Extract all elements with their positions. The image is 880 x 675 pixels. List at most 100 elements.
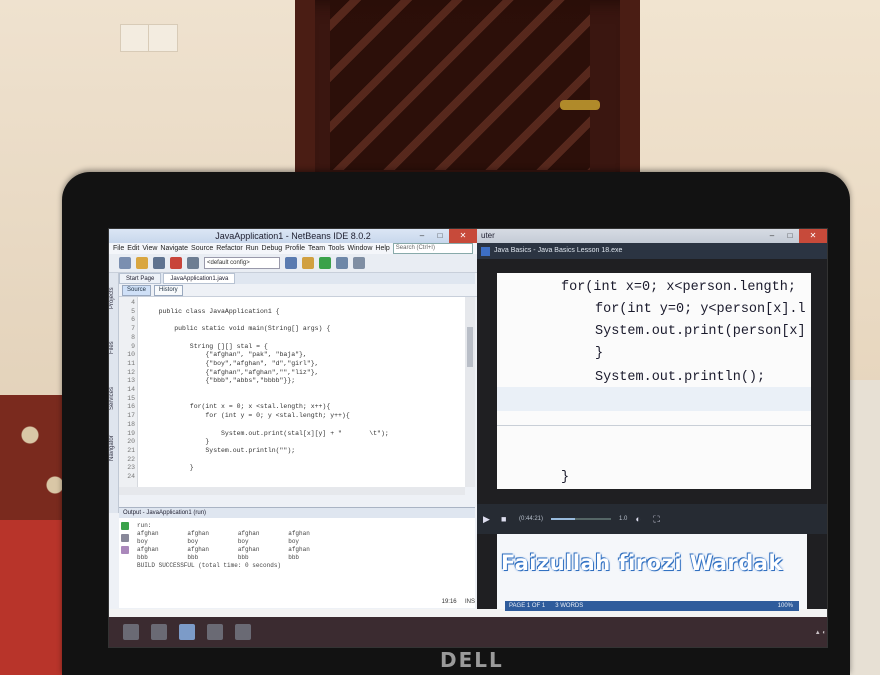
media-task-icon[interactable] (207, 624, 223, 640)
code-line[interactable]: 24 (119, 473, 465, 482)
new-project-icon[interactable] (119, 257, 131, 269)
code-line[interactable]: 21 System.out.println(""); (119, 447, 465, 456)
explorer-icon[interactable] (151, 624, 167, 640)
stop-icon[interactable] (121, 534, 129, 542)
run-icon[interactable] (319, 257, 331, 269)
close-button[interactable]: ✕ (449, 229, 477, 243)
tab-java-file[interactable]: JavaApplication1.java (163, 273, 236, 284)
scroll-thumb[interactable] (467, 327, 473, 367)
tab-services[interactable]: Services (109, 373, 115, 423)
fullscreen-icon[interactable]: ⛶ (653, 514, 663, 524)
save-all-icon[interactable] (153, 257, 165, 269)
line-number: 6 (131, 316, 135, 324)
menu-refactor[interactable]: Refactor (216, 243, 242, 254)
rerun-icon[interactable] (121, 522, 129, 530)
playback-speed[interactable]: 1.0 (619, 516, 627, 522)
code-line[interactable]: 16 for(int x = 0; x <stal.length; x++){ (119, 403, 465, 412)
editor-horizontal-scrollbar[interactable] (119, 487, 465, 495)
source-button[interactable]: Source (122, 284, 152, 296)
netbeans-window: JavaApplication1 - NetBeans IDE 8.0.2 – … (109, 229, 478, 609)
open-project-icon[interactable] (136, 257, 148, 269)
player-minimize-button[interactable]: – (763, 229, 781, 243)
menu-profile[interactable]: Profile (285, 243, 305, 254)
netbeans-task-icon[interactable] (179, 624, 195, 640)
code-line[interactable]: 10 {"afghan", "pak", "baja"}, (119, 351, 465, 360)
tab-files[interactable]: Files (109, 323, 115, 373)
build-icon[interactable] (285, 257, 297, 269)
code-line[interactable]: 7 public static void main(String[] args)… (119, 325, 465, 334)
menu-debug[interactable]: Debug (262, 243, 283, 254)
door-handle (560, 100, 600, 110)
code-line[interactable]: 4 (119, 299, 465, 308)
maximize-button[interactable]: □ (431, 229, 449, 243)
menu-team[interactable]: Team (308, 243, 325, 254)
code-line[interactable]: 8 (119, 334, 465, 343)
menu-window[interactable]: Window (347, 243, 372, 254)
code-text: public static void main(String[] args) { (143, 325, 331, 333)
editor-vertical-scrollbar[interactable] (465, 297, 475, 487)
watermark-text: Faizullah firozi Wardak (501, 551, 783, 575)
code-line[interactable]: 14 (119, 386, 465, 395)
code-line[interactable]: 18 (119, 421, 465, 430)
cursor-position: 19:16 (441, 599, 457, 605)
debug-icon[interactable] (336, 257, 348, 269)
menu-source[interactable]: Source (191, 243, 213, 254)
code-line[interactable]: 23 } (119, 464, 465, 473)
search-input[interactable]: Search (Ctrl+I) (392, 243, 473, 254)
menu-run[interactable]: Run (246, 243, 259, 254)
output-title[interactable]: Output - JavaApplication1 (run) (119, 508, 475, 518)
menu-tools[interactable]: Tools (328, 243, 344, 254)
menu-view[interactable]: View (142, 243, 157, 254)
system-tray[interactable]: ▲ ◐ ▮ (815, 629, 827, 636)
line-number: 13 (127, 377, 135, 385)
clear-icon[interactable] (121, 546, 129, 554)
code-line[interactable]: 5 public class JavaApplication1 { (119, 308, 465, 317)
code-line[interactable]: 20 } (119, 438, 465, 447)
menu-edit[interactable]: Edit (127, 243, 139, 254)
line-number: 10 (127, 351, 135, 359)
player-close-button[interactable]: ✕ (799, 229, 827, 243)
profile-icon[interactable] (353, 257, 365, 269)
config-select[interactable]: <default config> (204, 257, 280, 269)
player-maximize-button[interactable]: □ (781, 229, 799, 243)
taskbar: ▲ ◐ ▮ (109, 617, 827, 647)
light-switch (120, 24, 178, 52)
play-icon[interactable]: ▶ (483, 514, 493, 524)
code-editor[interactable]: 45 public class JavaApplication1 {6 7 pub… (119, 297, 465, 487)
code-line[interactable]: 13 {"bbb","abbs","bbbb"}}; (119, 377, 465, 386)
laptop-logo: DELL (440, 648, 504, 672)
laptop-screen: JavaApplication1 - NetBeans IDE 8.0.2 – … (108, 228, 828, 648)
menu-file[interactable]: File (113, 243, 124, 254)
zoom-level[interactable]: 100% (778, 601, 799, 611)
code-line[interactable]: 17 for (int y = 0; y <stal.length; y++){ (119, 412, 465, 421)
video-frame[interactable]: for(int x=0; x<person.length; for(int y=0… (497, 273, 811, 489)
start-icon[interactable] (123, 624, 139, 640)
code-line[interactable]: 15 (119, 395, 465, 404)
code-line[interactable]: 12 {"afghan","afghan","","liz"}, (119, 369, 465, 378)
code-line[interactable]: 11 {"boy","afghan", "d","girl"}, (119, 360, 465, 369)
history-button[interactable]: History (154, 284, 183, 296)
app-icon (481, 246, 490, 256)
tab-start-page[interactable]: Start Page (119, 273, 162, 284)
seek-bar[interactable] (551, 518, 612, 520)
redo-icon[interactable] (187, 257, 199, 269)
minimize-button[interactable]: – (413, 229, 431, 243)
code-line[interactable]: 6 (119, 316, 465, 325)
code-line[interactable]: 9 String [][] stal = { (119, 343, 465, 352)
stop-icon[interactable]: ■ (501, 514, 511, 524)
menu-navigate[interactable]: Navigate (160, 243, 188, 254)
editor-tabs: Start Page JavaApplication1.java (119, 273, 475, 284)
volume-icon[interactable]: ◐ (635, 514, 645, 524)
code-line[interactable]: 22 (119, 456, 465, 465)
tab-navigator[interactable]: Navigator (109, 423, 115, 473)
tab-projects[interactable]: Projects (109, 273, 115, 323)
menu-help[interactable]: Help (375, 243, 389, 254)
code-line[interactable]: 19 System.out.print(stal[x][y] + " \t"); (119, 430, 465, 439)
clean-build-icon[interactable] (302, 257, 314, 269)
word-task-icon[interactable] (235, 624, 251, 640)
undo-icon[interactable] (170, 257, 182, 269)
